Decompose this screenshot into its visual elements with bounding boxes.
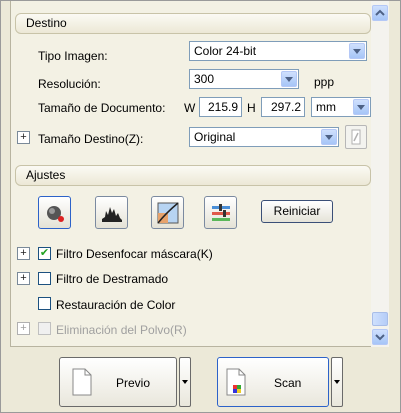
auto-exposure-button[interactable]	[38, 196, 71, 229]
tipo-imagen-label: Tipo Imagen:	[38, 49, 108, 63]
chevron-down-icon[interactable]	[281, 71, 297, 87]
dust-removal-label: Eliminación del Polvo(R)	[56, 323, 187, 337]
preview-document-icon	[72, 368, 92, 396]
tipo-imagen-select[interactable]: Color 24-bit	[189, 41, 367, 61]
tone-curve-button[interactable]	[151, 196, 184, 229]
tamano-destino-value: Original	[194, 130, 236, 144]
settings-scroll-area: Destino Tipo Imagen: Color 24-bit Resolu…	[10, 1, 371, 347]
dust-removal-expand: +	[17, 322, 30, 335]
scan-dropdown[interactable]	[331, 357, 343, 407]
document-edit-icon	[351, 129, 361, 145]
scan-document-icon	[226, 368, 246, 396]
ajustes-header: Ajustes	[15, 165, 371, 186]
unit-select[interactable]: mm	[311, 97, 371, 117]
chevron-down-icon[interactable]	[321, 129, 337, 145]
chevron-down-icon	[375, 334, 385, 341]
resolucion-unit: ppp	[314, 75, 335, 89]
resolucion-label: Resolución:	[38, 77, 101, 91]
resolucion-select[interactable]: 300	[189, 69, 299, 89]
tamano-destino-label: Tamaño Destino(Z):	[38, 132, 144, 146]
destino-header: Destino	[15, 13, 371, 34]
chevron-up-icon	[375, 9, 385, 16]
tamano-documento-label: Tamaño de Documento:	[38, 101, 166, 115]
scroll-up-button[interactable]	[372, 5, 388, 21]
chevron-down-icon[interactable]	[353, 99, 369, 115]
unit-value: mm	[316, 100, 336, 114]
color-palette-button[interactable]	[204, 196, 237, 229]
tamano-destino-expand[interactable]: +	[17, 131, 30, 144]
dust-removal-checkbox	[38, 322, 51, 335]
resolucion-value: 300	[194, 72, 215, 86]
target-size-edit-button[interactable]	[345, 125, 367, 149]
scan-settings-window: Destino Tipo Imagen: Color 24-bit Resolu…	[0, 0, 401, 413]
vertical-scrollbar[interactable]	[371, 1, 389, 347]
descreening-checkbox[interactable]	[38, 272, 51, 285]
color-palette-icon	[212, 204, 230, 221]
scan-button[interactable]: Scan	[217, 357, 329, 407]
descreening-expand[interactable]: +	[17, 272, 30, 285]
width-field[interactable]: 215.9	[199, 97, 242, 117]
height-field[interactable]: 297.2	[261, 97, 305, 117]
histogram-button[interactable]	[95, 196, 128, 229]
scroll-down-button[interactable]	[372, 329, 388, 345]
tone-curve-icon	[157, 202, 179, 224]
unsharp-mask-label: Filtro Desenfocar máscara(K)	[56, 247, 213, 261]
previo-button[interactable]: Previo	[59, 357, 177, 407]
previo-dropdown[interactable]	[179, 357, 191, 407]
width-label: W	[184, 101, 196, 115]
histogram-icon	[102, 207, 122, 222]
descreening-label: Filtro de Destramado	[56, 272, 169, 286]
scan-label: Scan	[274, 376, 302, 390]
unsharp-mask-checkbox[interactable]: ✔	[38, 247, 51, 260]
tipo-imagen-value: Color 24-bit	[194, 44, 257, 58]
unsharp-mask-expand[interactable]: +	[17, 247, 30, 260]
color-restoration-checkbox[interactable]	[38, 297, 51, 310]
tamano-destino-select[interactable]: Original	[189, 127, 339, 147]
scroll-thumb[interactable]	[372, 312, 388, 326]
reiniciar-button[interactable]: Reiniciar	[261, 200, 333, 223]
chevron-down-icon[interactable]	[349, 43, 365, 59]
previo-label: Previo	[116, 376, 151, 390]
height-label: H	[247, 101, 256, 115]
auto-exposure-icon	[47, 206, 64, 222]
color-restoration-label: Restauración de Color	[56, 298, 176, 312]
